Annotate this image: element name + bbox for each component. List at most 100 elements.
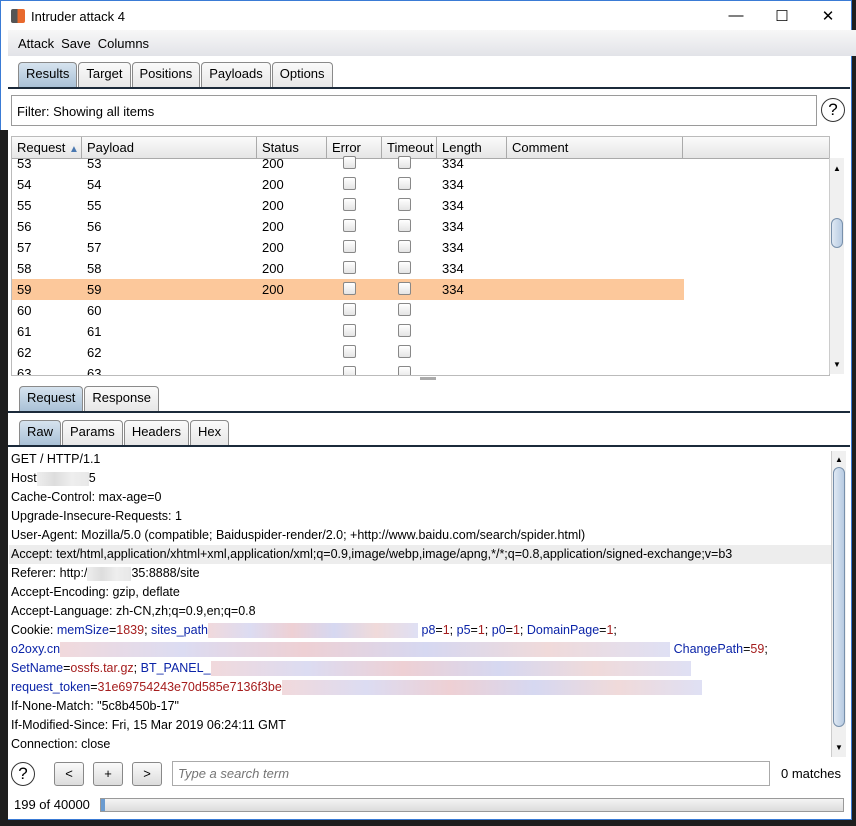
cell-payload: 55 <box>87 198 102 213</box>
menu-columns[interactable]: Columns <box>98 36 149 51</box>
maximize-button[interactable]: ☐ <box>759 7 805 25</box>
cell-payload: 56 <box>87 219 102 234</box>
cell-request: 55 <box>17 198 32 213</box>
timeout-checkbox[interactable] <box>398 260 411 274</box>
table-row[interactable]: 57 57 200 334 <box>12 237 684 258</box>
error-checkbox[interactable] <box>343 323 356 337</box>
table-row[interactable]: 60 60 <box>12 300 684 321</box>
tab-options[interactable]: Options <box>271 62 333 87</box>
cell-status: 200 <box>262 240 284 255</box>
timeout-checkbox[interactable] <box>398 365 411 375</box>
error-checkbox[interactable] <box>343 218 356 232</box>
menu-save[interactable]: Save <box>61 36 91 51</box>
cell-request: 58 <box>17 261 32 276</box>
cell-payload: 58 <box>87 261 102 276</box>
timeout-checkbox[interactable] <box>398 302 411 316</box>
menu-bar: Attack Save Columns <box>8 30 856 56</box>
header-line: Cache-Control: max-age=0 <box>11 490 162 504</box>
table-row[interactable]: 56 56 200 334 <box>12 216 684 237</box>
timeout-checkbox[interactable] <box>398 218 411 232</box>
table-row[interactable]: 61 61 <box>12 321 684 342</box>
cell-status: 200 <box>262 177 284 192</box>
minimize-button[interactable]: — <box>713 7 759 25</box>
error-checkbox[interactable] <box>343 197 356 211</box>
scroll-thumb[interactable] <box>833 467 845 727</box>
table-row[interactable]: 54 54 200 334 <box>12 174 684 195</box>
table-row[interactable]: 59 59 200 334 <box>12 279 684 300</box>
error-checkbox[interactable] <box>343 281 356 295</box>
menu-attack[interactable]: Attack <box>18 36 54 51</box>
cell-status: 200 <box>262 219 284 234</box>
timeout-checkbox[interactable] <box>398 281 411 295</box>
tab-results[interactable]: Results <box>18 62 78 87</box>
cell-request: 60 <box>17 303 32 318</box>
tab-request[interactable]: Request <box>19 386 84 411</box>
host-header: Host 5 <box>11 471 96 486</box>
cell-length: 334 <box>442 240 464 255</box>
tab-params[interactable]: Params <box>62 420 123 445</box>
tab-response[interactable]: Response <box>84 386 159 411</box>
error-checkbox[interactable] <box>343 260 356 274</box>
tab-payloads[interactable]: Payloads <box>201 62 271 87</box>
timeout-checkbox[interactable] <box>398 323 411 337</box>
cookie-line: request_token=31e69754243e70d585e7136f3b… <box>9 678 831 697</box>
table-row[interactable]: 53 53 200 334 <box>12 153 684 174</box>
scroll-down-icon[interactable]: ▼ <box>832 741 846 755</box>
tab-target[interactable]: Target <box>78 62 131 87</box>
header-line: Accept-Encoding: gzip, deflate <box>11 585 180 599</box>
timeout-checkbox[interactable] <box>398 239 411 253</box>
split-handle[interactable] <box>420 377 436 380</box>
cell-request: 61 <box>17 324 32 339</box>
cell-payload: 59 <box>87 282 102 297</box>
next-match-button[interactable]: > <box>132 762 162 786</box>
cell-status: 200 <box>262 261 284 276</box>
table-scrollbar[interactable]: ▲ ▼ <box>829 158 844 374</box>
error-checkbox[interactable] <box>343 239 356 253</box>
request-editor[interactable]: GET / HTTP/1.1 Host 5 Cache-Control: max-… <box>9 450 831 758</box>
search-input[interactable] <box>172 761 770 786</box>
redacted <box>87 566 132 581</box>
redacted <box>210 661 691 677</box>
table-row[interactable]: 62 62 <box>12 342 684 363</box>
divider <box>8 445 850 447</box>
scroll-thumb[interactable] <box>831 218 843 248</box>
cell-payload: 62 <box>87 345 102 360</box>
scroll-down-icon[interactable]: ▼ <box>830 358 844 372</box>
error-checkbox[interactable] <box>343 176 356 190</box>
scroll-up-icon[interactable]: ▲ <box>832 453 846 467</box>
add-button[interactable]: + <box>93 762 123 786</box>
header-line: Upgrade-Insecure-Requests: 1 <box>11 509 182 523</box>
editor-scrollbar[interactable]: ▲ ▼ <box>831 451 846 757</box>
scroll-up-icon[interactable]: ▲ <box>830 162 844 176</box>
timeout-checkbox[interactable] <box>398 197 411 211</box>
tab-hex[interactable]: Hex <box>189 420 230 445</box>
help-icon[interactable]: ? <box>11 762 35 786</box>
redacted <box>281 680 702 696</box>
tab-raw[interactable]: Raw <box>19 420 62 445</box>
error-checkbox[interactable] <box>343 302 356 316</box>
close-button[interactable]: ✕ <box>805 7 851 25</box>
cell-payload: 57 <box>87 240 102 255</box>
cell-request: 63 <box>17 366 32 376</box>
table-row[interactable]: 55 55 200 334 <box>12 195 684 216</box>
referer-header: Referer: http:/35:8888/site <box>11 566 200 581</box>
header-line: Accept: text/html,application/xhtml+xml,… <box>9 545 831 564</box>
timeout-checkbox[interactable] <box>398 176 411 190</box>
progress-fill <box>101 799 105 811</box>
header-line: If-Modified-Since: Fri, 15 Mar 2019 06:2… <box>11 718 286 732</box>
error-checkbox[interactable] <box>343 155 356 169</box>
error-checkbox[interactable] <box>343 365 356 375</box>
tab-headers[interactable]: Headers <box>123 420 189 445</box>
timeout-checkbox[interactable] <box>398 155 411 169</box>
filter-bar[interactable]: Filter: Showing all items <box>11 95 817 126</box>
tab-positions[interactable]: Positions <box>131 62 201 87</box>
table-row[interactable]: 58 58 200 334 <box>12 258 684 279</box>
prev-match-button[interactable]: < <box>54 762 84 786</box>
table-row[interactable]: 63 63 <box>12 363 684 376</box>
help-icon[interactable]: ? <box>821 98 845 122</box>
error-checkbox[interactable] <box>343 344 356 358</box>
background-strip <box>0 130 8 826</box>
request-line: GET / HTTP/1.1 <box>11 452 101 466</box>
timeout-checkbox[interactable] <box>398 344 411 358</box>
redacted <box>60 642 671 658</box>
